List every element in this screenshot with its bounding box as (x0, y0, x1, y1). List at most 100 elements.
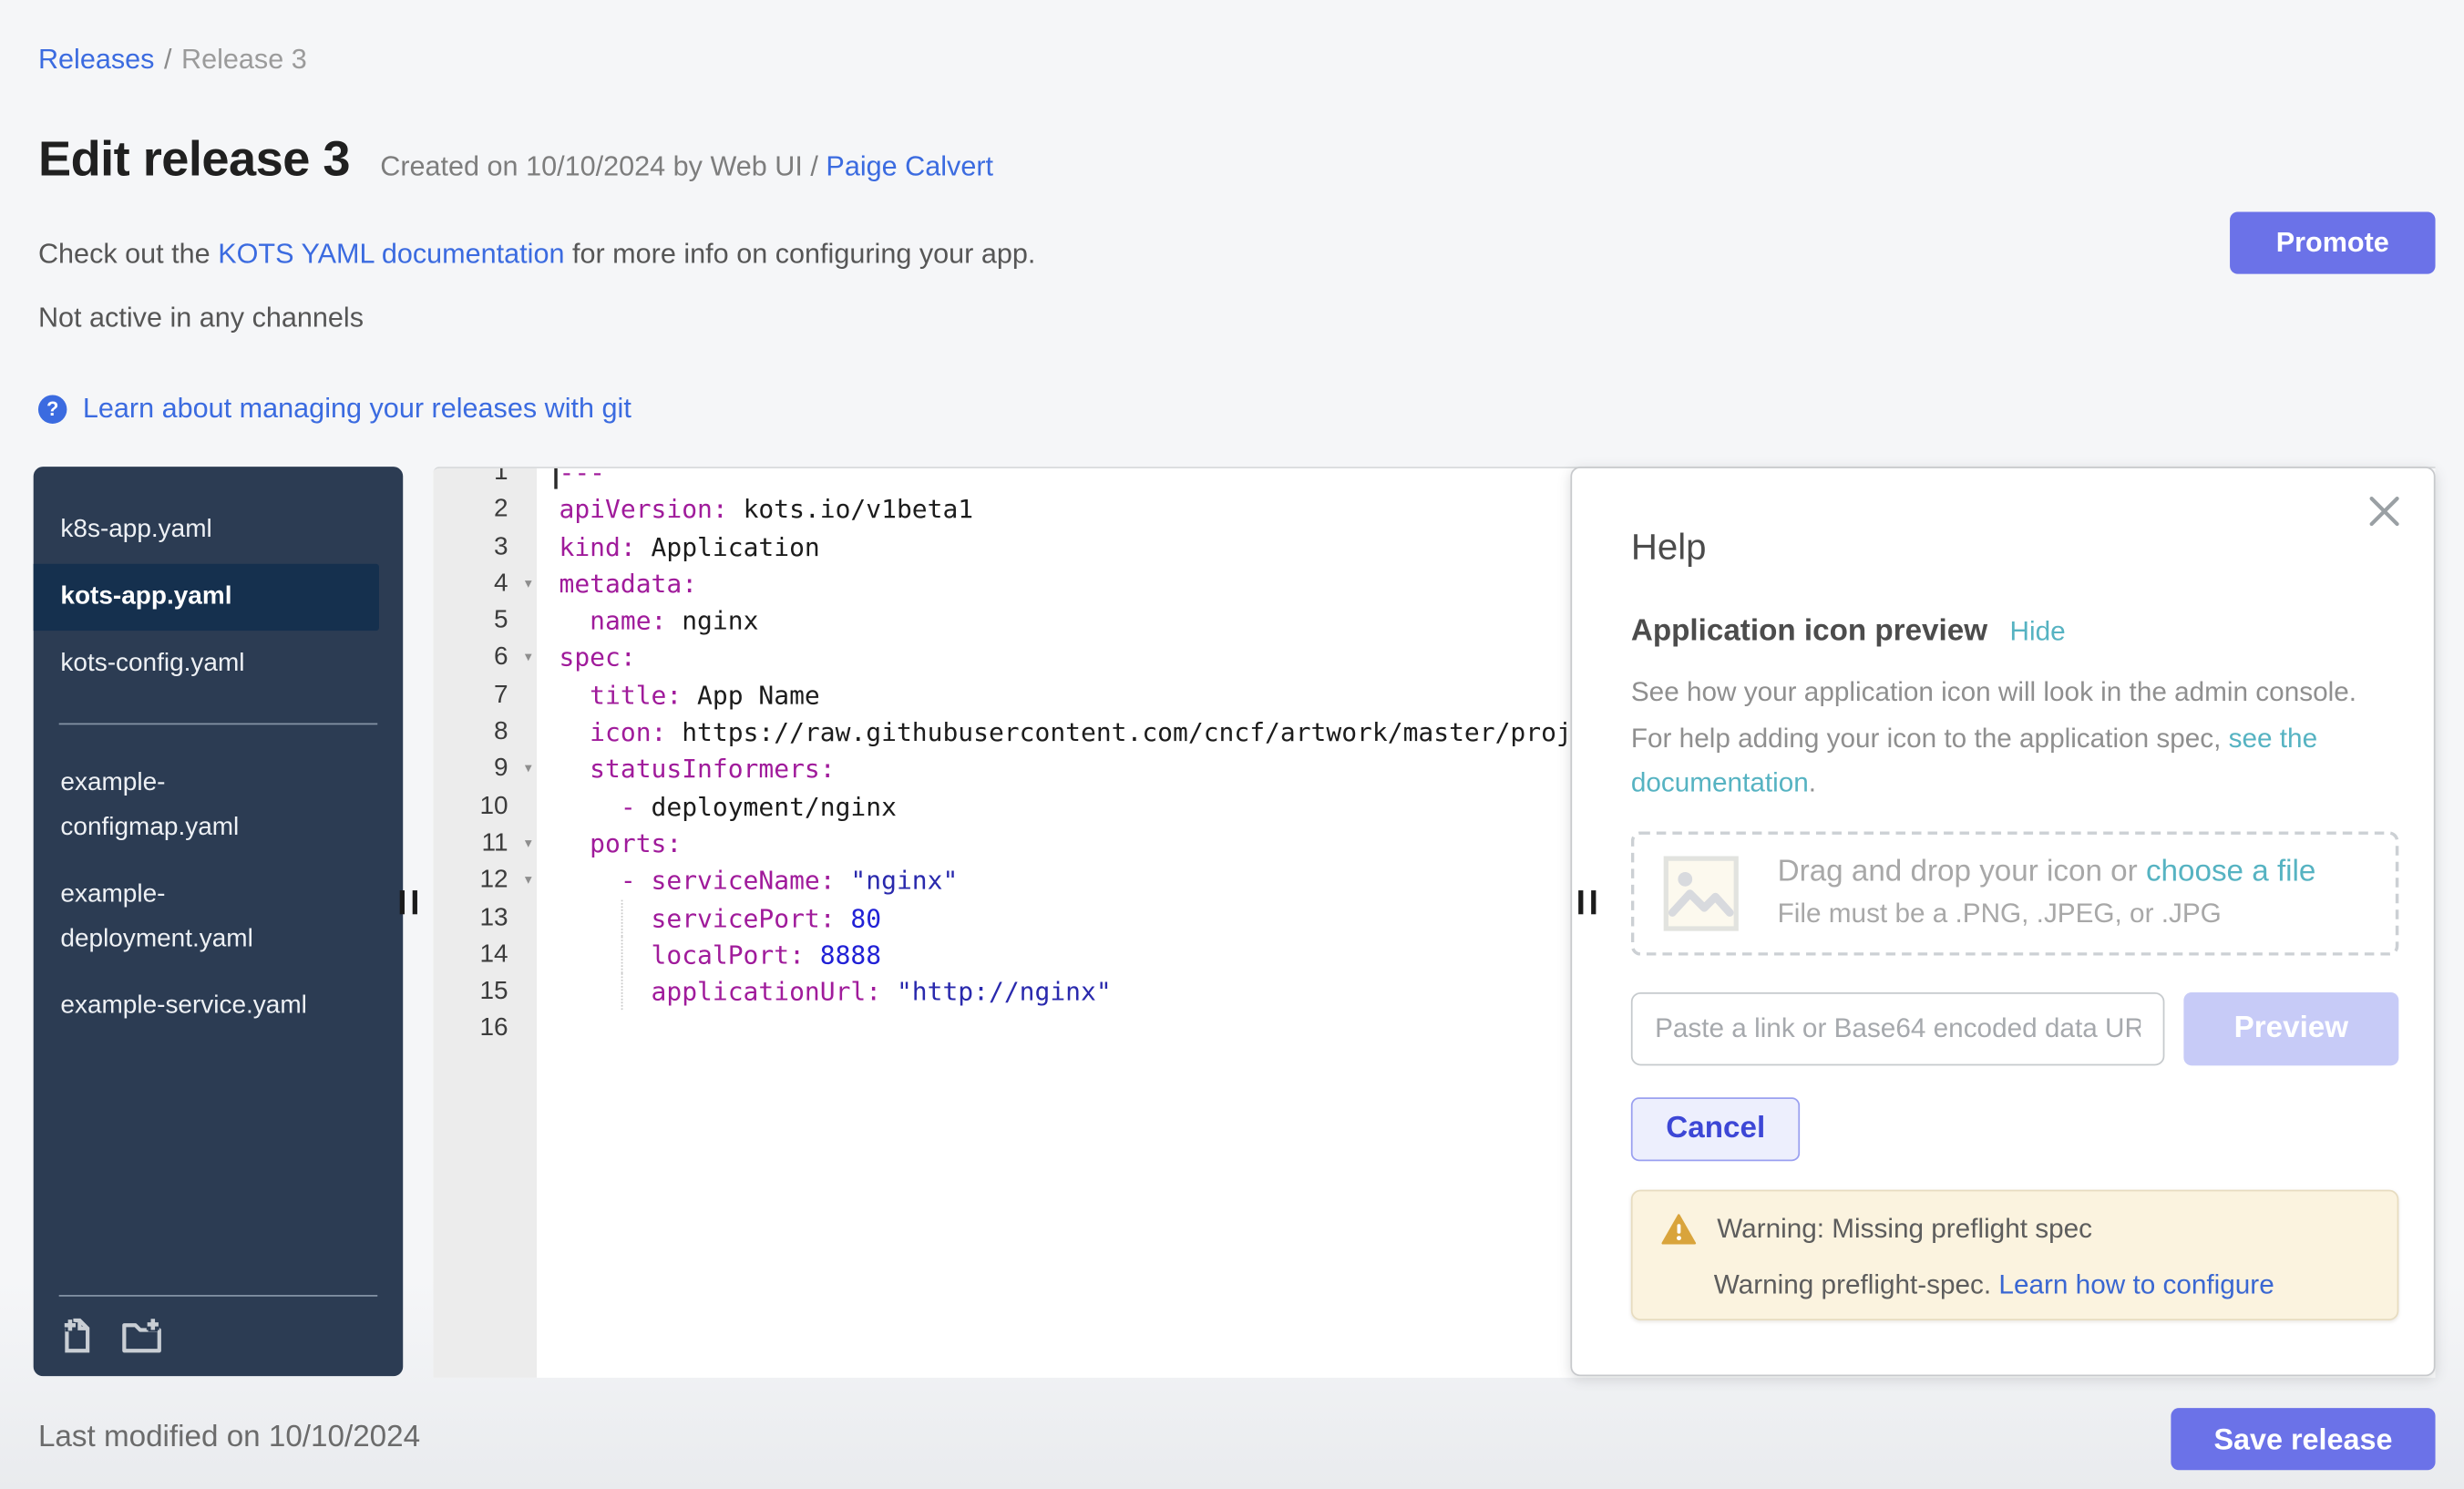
image-placeholder-icon (1663, 855, 1740, 931)
line-number: 15 (433, 973, 537, 1011)
fold-arrow-icon[interactable]: ▾ (525, 565, 532, 602)
line-number: 2 (433, 491, 537, 529)
warning-prefix: Warning preflight-spec. (1714, 1268, 1999, 1299)
docs-prefix: Check out the (38, 237, 218, 269)
file-item[interactable]: k8s-app.yaml (34, 497, 379, 563)
help-body-suffix: . (1809, 767, 1816, 797)
code-text (537, 1011, 559, 1048)
kots-yaml-docs-link[interactable]: KOTS YAML documentation (218, 237, 564, 269)
line-number: 10 (433, 788, 537, 826)
code-text: ports: (537, 825, 682, 862)
breadcrumb: Releases / Release 3 (38, 43, 307, 77)
page: Releases / Release 3 Edit release 3 Create… (0, 0, 2464, 1489)
cancel-button[interactable]: Cancel (1631, 1096, 1801, 1160)
help-title: Help (1631, 526, 2396, 569)
code-text: spec: (537, 640, 636, 677)
docs-suffix: for more info on configuring your app. (564, 237, 1035, 269)
icon-url-input[interactable] (1631, 991, 2165, 1064)
code-text: statusInformers: (537, 751, 836, 788)
promote-button[interactable]: Promote (2230, 211, 2435, 273)
close-icon[interactable] (2366, 494, 2401, 529)
line-number: 13 (433, 899, 537, 937)
code-text: apiVersion: kots.io/v1beta1 (537, 491, 973, 529)
code-text: - serviceName: "nginx" (537, 862, 958, 899)
file-list: k8s-app.yamlkots-app.yamlkots-config.yam… (34, 497, 404, 1040)
file-item[interactable]: example- configmap.yaml (34, 750, 379, 861)
code-text: name: nginx (537, 602, 758, 640)
code-text: localPort: 8888 (537, 937, 881, 974)
code-text: servicePort: 80 (537, 899, 881, 937)
breadcrumb-separator: / (164, 43, 172, 75)
file-item[interactable]: example-service.yaml (34, 973, 379, 1040)
line-number: 3 (433, 529, 537, 566)
line-number: 16 (433, 1011, 537, 1048)
git-help-row: ? Learn about managing your releases wit… (38, 392, 631, 426)
question-circle-icon: ? (38, 395, 67, 423)
breadcrumb-current: Release 3 (181, 43, 307, 75)
code-text: - deployment/nginx (537, 788, 897, 826)
line-number: 8 (433, 714, 537, 751)
icon-dropzone[interactable]: Drag and drop your icon or choose a file… (1631, 831, 2398, 955)
code-text: kind: Application (537, 529, 820, 566)
file-item[interactable]: example- deployment.yaml (34, 862, 379, 973)
dropzone-text: Drag and drop your icon or choose a file… (1778, 856, 2316, 930)
page-header: Edit release 3 Created on 10/10/2024 by … (38, 130, 993, 188)
line-number: 6▾ (433, 640, 537, 677)
code-text: icon: https://raw.githubusercontent.com/… (537, 714, 1633, 751)
help-panel-resize-handle[interactable] (1578, 890, 1596, 914)
sidebar-divider (59, 1295, 378, 1297)
hide-link[interactable]: Hide (2010, 616, 2066, 648)
created-by-link[interactable]: Paige Calvert (826, 149, 993, 181)
line-number: 1 (433, 467, 537, 491)
git-help-link[interactable]: Learn about managing your releases with … (83, 392, 631, 426)
line-number: 4▾ (433, 565, 537, 602)
text-cursor (554, 468, 557, 489)
created-info: Created on 10/10/2024 by Web UI / Paige … (380, 149, 993, 183)
add-folder-icon[interactable] (121, 1318, 162, 1354)
line-number: 7 (433, 676, 537, 714)
channel-status: Not active in any channels (38, 301, 364, 334)
preview-button[interactable]: Preview (2183, 991, 2398, 1064)
icon-preview-section-header: Application icon preview Hide (1631, 615, 2396, 650)
fold-arrow-icon[interactable]: ▾ (525, 640, 532, 677)
file-sidebar: k8s-app.yamlkots-app.yamlkots-config.yam… (34, 467, 404, 1376)
docs-note: Check out the KOTS YAML documentation fo… (38, 237, 1035, 271)
save-release-button[interactable]: Save release (2171, 1408, 2435, 1470)
last-modified-text: Last modified on 10/10/2024 (38, 1421, 420, 1455)
add-file-icon[interactable] (59, 1318, 96, 1354)
preflight-warning: Warning: Missing preflight spec Warning … (1631, 1189, 2398, 1320)
choose-file-link[interactable]: choose a file (2146, 856, 2315, 889)
drop-hint: File must be a .PNG, .JPEG, or .JPG (1778, 899, 2316, 930)
drop-text: Drag and drop your icon or (1778, 856, 2146, 889)
breadcrumb-releases-link[interactable]: Releases (38, 43, 155, 75)
section-title: Application icon preview (1631, 615, 1987, 650)
line-number: 11▾ (433, 825, 537, 862)
page-title: Edit release 3 (38, 130, 350, 188)
code-text: applicationUrl: "http://nginx" (537, 973, 1112, 1011)
warning-detail: Warning preflight-spec. Learn how to con… (1714, 1268, 2368, 1300)
sidebar-resize-handle[interactable] (400, 890, 417, 914)
fold-arrow-icon[interactable]: ▾ (525, 862, 532, 899)
line-number: 14 (433, 937, 537, 974)
line-number: 9▾ (433, 751, 537, 788)
code-text: --- (537, 467, 605, 491)
help-panel: Help Application icon preview Hide See h… (1570, 467, 2435, 1376)
warning-icon (1661, 1213, 1696, 1245)
help-description: See how your application icon will look … (1631, 671, 2364, 806)
fold-arrow-icon[interactable]: ▾ (525, 825, 532, 862)
code-text: title: App Name (537, 676, 820, 714)
file-item[interactable]: kots-config.yaml (34, 631, 379, 697)
line-number: 12▾ (433, 862, 537, 899)
created-text: Created on 10/10/2024 by Web UI / (380, 149, 818, 181)
warning-title: Warning: Missing preflight spec (1717, 1213, 2092, 1245)
sidebar-actions (59, 1318, 378, 1354)
workspace: k8s-app.yamlkots-app.yamlkots-config.yam… (34, 467, 2436, 1376)
file-item-selected[interactable]: kots-app.yaml (34, 564, 379, 631)
file-list-divider (59, 724, 378, 725)
fold-arrow-icon[interactable]: ▾ (525, 751, 532, 788)
code-text: metadata: (537, 565, 697, 602)
sidebar-bottom (34, 1295, 404, 1376)
line-number: 5 (433, 602, 537, 640)
url-row: Preview (1631, 991, 2398, 1064)
learn-configure-link[interactable]: Learn how to configure (1998, 1268, 2274, 1299)
